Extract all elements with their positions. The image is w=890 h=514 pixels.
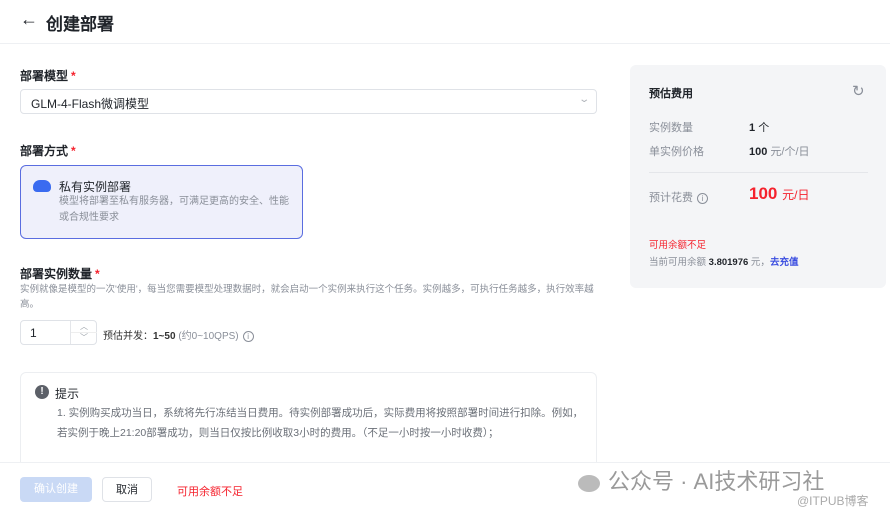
chevron-down-icon: ⌄ [577,94,590,105]
price-value: 100 元/个/日 [749,146,810,158]
tip-box: ! 提示 1. 实例购买成功当日，系统将先行冻结当日费用。待实例部署成功后，实际… [20,372,597,472]
recharge-link[interactable]: 去充值 [770,257,799,268]
total-label: 预计花费 i [649,189,708,205]
instances-description: 实例就像是模型的一次'使用'，每当您需要模型处理数据时，就会启动一个实例来执行这… [20,284,594,310]
count-label: 实例数量 [649,122,693,134]
watermark: 公众号 · AI技术研习社 [578,464,824,496]
arrow-left-icon[interactable]: ← [20,9,38,30]
model-select[interactable]: GLM-4-Flash微调模型 ⌄ [20,89,597,114]
model-select-value: GLM-4-Flash微调模型 [31,97,150,111]
instance-count-stepper[interactable]: 1 ︿ ﹀ [20,320,97,345]
option-description: 模型将部署至私有服务器，可满足更高的安全、性能或合规性要求 [59,196,289,223]
balance-warning: 可用余额不足 [649,240,707,251]
info-icon[interactable]: i [697,192,708,204]
chevron-up-icon[interactable]: ︿ [71,321,97,333]
page-title: 创建部署 [46,15,114,34]
instances-label: 部署实例数量 * [20,267,100,281]
cost-panel: 预估费用 ↻ 实例数量 1 个 单实例价格 100 元/个/日 预计花费 i 10… [630,65,886,288]
model-label: 部署模型 * [20,69,76,83]
private-instance-option[interactable]: 私有实例部署 模型将部署至私有服务器，可满足更高的安全、性能或合规性要求 [20,165,303,239]
info-icon[interactable]: i [242,330,254,342]
cost-title: 预估费用 [649,88,693,100]
cancel-button[interactable]: 取消 [102,477,152,502]
stepper-value[interactable]: 1 [30,326,37,340]
watermark-sub: @ITPUB博客 [797,494,869,508]
tip-text: 1. 实例购买成功当日，系统将先行冻结当日费用。待实例部署成功后，实际费用将按照… [57,407,584,439]
method-label: 部署方式 * [20,144,76,158]
option-title: 私有实例部署 [59,180,132,194]
stepper-buttons: ︿ ﹀ [70,321,97,344]
wechat-icon [578,474,600,492]
count-value: 1 个 [749,122,770,134]
footer-warning: 可用余额不足 [177,486,243,498]
confirm-create-button[interactable]: 确认创建 [20,477,92,502]
cloud-lock-icon [33,180,51,192]
price-label: 单实例价格 [649,146,704,158]
refresh-icon[interactable]: ↻ [852,82,865,100]
divider [649,172,868,173]
exclamation-icon: ! [35,385,49,399]
total-value: 100 元/日 [749,184,810,203]
chevron-down-icon[interactable]: ﹀ [71,333,97,344]
tip-title: 提示 [55,387,80,401]
balance-info: 当前可用余额 3.801976 元，去充值 [649,257,799,268]
page-header: ← 创建部署 [0,0,890,44]
concurrency-estimate: 预估并发：1~50 (约0~10QPS) i [103,327,254,342]
